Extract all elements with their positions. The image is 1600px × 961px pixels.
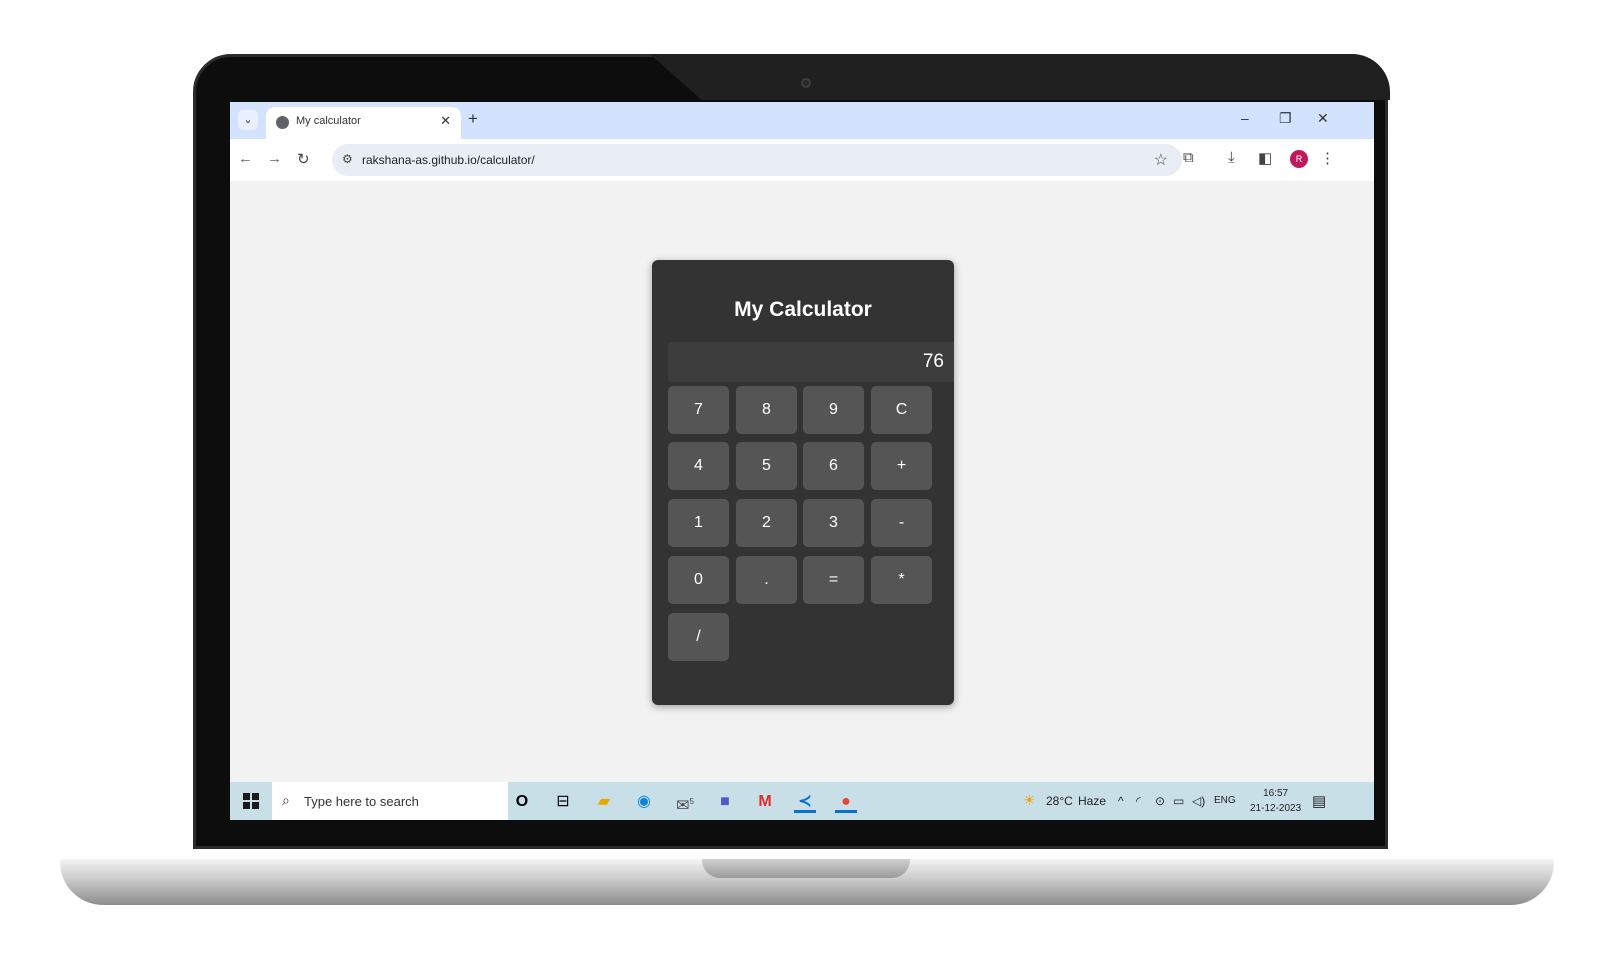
site-info-icon[interactable]: ⚙ xyxy=(342,152,353,166)
chrome-icon[interactable]: ● xyxy=(835,791,857,813)
taskbar-search[interactable]: ⌕ Type here to search xyxy=(272,782,508,820)
new-tab-button[interactable]: + xyxy=(468,109,478,129)
weather-desc[interactable]: Haze xyxy=(1078,794,1106,808)
battery-icon[interactable]: ▭ xyxy=(1173,794,1184,808)
webcam xyxy=(801,78,811,88)
mail-icon[interactable]: ✉5 xyxy=(674,791,696,814)
browser-tabbar: ⌄ My calculator ✕ + – ❐ ✕ xyxy=(230,102,1374,139)
windows-taskbar: ⌕ Type here to search O ⊟ ▰ ◉ ✉5 ■ M ≺ ●… xyxy=(230,782,1374,820)
key-2[interactable]: 2 xyxy=(736,499,797,547)
search-icon: ⌕ xyxy=(282,792,290,808)
key-4[interactable]: 4 xyxy=(668,442,729,490)
language-indicator[interactable]: ENG xyxy=(1214,795,1236,806)
extensions-icon[interactable]: ⧉ xyxy=(1183,149,1194,166)
calculator: My Calculator 76 7 8 9 C 4 5 6 + 1 2 3 -… xyxy=(652,260,954,705)
clock-date: 21-12-2023 xyxy=(1250,803,1302,814)
task-view-icon[interactable]: ⊟ xyxy=(552,791,574,813)
forward-icon[interactable]: → xyxy=(267,150,282,167)
cortana-icon[interactable]: O xyxy=(511,791,533,813)
clock[interactable]: 16:57 21-12-2023 xyxy=(1250,786,1301,816)
key-minus[interactable]: - xyxy=(871,499,932,547)
globe-icon xyxy=(276,116,289,129)
laptop-notch xyxy=(702,859,910,878)
close-tab-icon[interactable]: ✕ xyxy=(440,113,451,129)
screen: ⌄ My calculator ✕ + – ❐ ✕ ← → ↻ ⚙ raksha… xyxy=(230,102,1374,820)
calculator-display: 76 xyxy=(668,342,954,382)
network-icon[interactable]: ◜ xyxy=(1136,794,1141,808)
key-8[interactable]: 8 xyxy=(736,386,797,434)
key-1[interactable]: 1 xyxy=(668,499,729,547)
vscode-icon[interactable]: ≺ xyxy=(794,791,816,813)
browser-toolbar: ← → ↻ ⚙ rakshana-as.github.io/calculator… xyxy=(230,139,1374,181)
restore-button[interactable]: ❐ xyxy=(1279,110,1292,127)
key-7[interactable]: 7 xyxy=(668,386,729,434)
tab-search-button[interactable]: ⌄ xyxy=(238,110,258,130)
minimize-button[interactable]: – xyxy=(1241,110,1249,126)
volume-icon[interactable]: ◁) xyxy=(1192,794,1205,808)
mail-badge: 5 xyxy=(689,797,694,806)
notification-icon[interactable]: ▤ xyxy=(1312,792,1326,810)
close-window-button[interactable]: ✕ xyxy=(1317,110,1329,127)
teams-icon[interactable]: ■ xyxy=(714,791,736,813)
key-equals[interactable]: = xyxy=(803,556,864,604)
menu-kebab-icon[interactable]: ⋮ xyxy=(1320,149,1335,167)
search-placeholder: Type here to search xyxy=(304,794,419,809)
tab-title: My calculator xyxy=(296,115,361,127)
weather-icon[interactable]: ☀ xyxy=(1023,792,1036,809)
calculator-title: My Calculator xyxy=(734,298,872,321)
key-0[interactable]: 0 xyxy=(668,556,729,604)
key-6[interactable]: 6 xyxy=(803,442,864,490)
key-multiply[interactable]: * xyxy=(871,556,932,604)
browser-tab[interactable]: My calculator ✕ xyxy=(266,107,461,139)
side-panel-icon[interactable]: ◧ xyxy=(1258,149,1272,167)
key-divide[interactable]: / xyxy=(668,613,729,661)
gmail-icon[interactable]: M xyxy=(754,791,776,813)
key-clear[interactable]: C xyxy=(871,386,932,434)
file-explorer-icon[interactable]: ▰ xyxy=(593,791,615,813)
weather-temp[interactable]: 28°C xyxy=(1046,794,1073,808)
download-icon[interactable]: ⤓ xyxy=(1228,149,1235,166)
meet-now-icon[interactable]: ⊙ xyxy=(1155,794,1165,808)
key-9[interactable]: 9 xyxy=(803,386,864,434)
clock-time: 16:57 xyxy=(1263,788,1289,799)
bookmark-star-icon[interactable]: ☆ xyxy=(1154,150,1168,170)
windows-start-icon[interactable] xyxy=(243,793,259,809)
reload-icon[interactable]: ↻ xyxy=(297,150,310,168)
key-3[interactable]: 3 xyxy=(803,499,864,547)
key-5[interactable]: 5 xyxy=(736,442,797,490)
back-icon[interactable]: ← xyxy=(238,150,253,167)
edge-browser-icon[interactable]: ◉ xyxy=(633,791,655,813)
lid-reflection xyxy=(650,54,1390,100)
chevron-up-icon[interactable]: ^ xyxy=(1118,794,1124,808)
profile-avatar[interactable]: R xyxy=(1290,150,1308,168)
key-decimal[interactable]: . xyxy=(736,556,797,604)
address-bar[interactable]: ⚙ rakshana-as.github.io/calculator/ ☆ xyxy=(332,144,1182,176)
key-plus[interactable]: + xyxy=(871,442,932,490)
url-text[interactable]: rakshana-as.github.io/calculator/ xyxy=(362,153,535,167)
